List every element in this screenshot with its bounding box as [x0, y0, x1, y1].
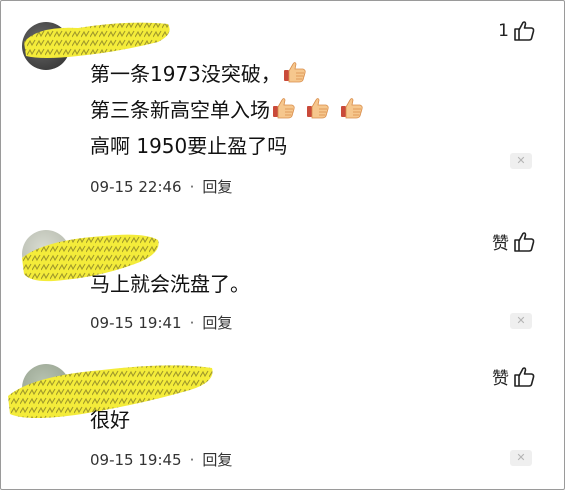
meta-separator: · [189, 178, 195, 196]
comment-text-line: 第三条新高空单入场 [90, 96, 364, 124]
thumbs-up-icon [514, 366, 535, 387]
like-button[interactable]: 1 [498, 20, 535, 42]
meta-separator: · [189, 451, 195, 469]
comment-text-line: 马上就会洗盘了。 [90, 272, 250, 296]
reply-button[interactable]: 回复 [202, 451, 232, 469]
comment-timestamp: 09-15 19:45 [90, 451, 182, 469]
comment-meta: 09-15 19:41 · 回复 [90, 312, 232, 333]
like-button[interactable]: 赞 [492, 364, 535, 389]
thumbs-up-emoji-icon [306, 98, 329, 119]
comment-text-line: 很好 [90, 408, 130, 432]
comment-text-line: 第一条1973没突破， [90, 60, 307, 88]
reply-button[interactable]: 回复 [202, 178, 232, 196]
thumbs-up-icon [514, 21, 535, 41]
close-icon[interactable]: ✕ [510, 153, 532, 169]
thumbs-up-emoji-icon [340, 98, 363, 119]
comment-meta: 09-15 22:46 · 回复 [90, 176, 232, 197]
like-label: 赞 [492, 369, 509, 389]
meta-separator: · [189, 314, 195, 332]
comment-meta: 09-15 19:45 · 回复 [90, 449, 232, 470]
thumbs-up-icon [514, 231, 535, 252]
comment-text-line: 高啊 1950要止盈了吗 [90, 134, 288, 158]
comment-timestamp: 09-15 22:46 [90, 178, 182, 196]
comment-timestamp: 09-15 19:41 [90, 314, 182, 332]
close-icon[interactable]: ✕ [510, 450, 532, 466]
thumbs-up-emoji-icon [283, 62, 306, 83]
like-count: 1 [498, 21, 509, 41]
thumbs-up-emoji-icon [272, 98, 295, 119]
redaction-scribble [24, 22, 170, 59]
reply-button[interactable]: 回复 [202, 314, 232, 332]
like-label: 赞 [492, 234, 509, 254]
like-button[interactable]: 赞 [492, 229, 535, 254]
close-icon[interactable]: ✕ [510, 313, 532, 329]
